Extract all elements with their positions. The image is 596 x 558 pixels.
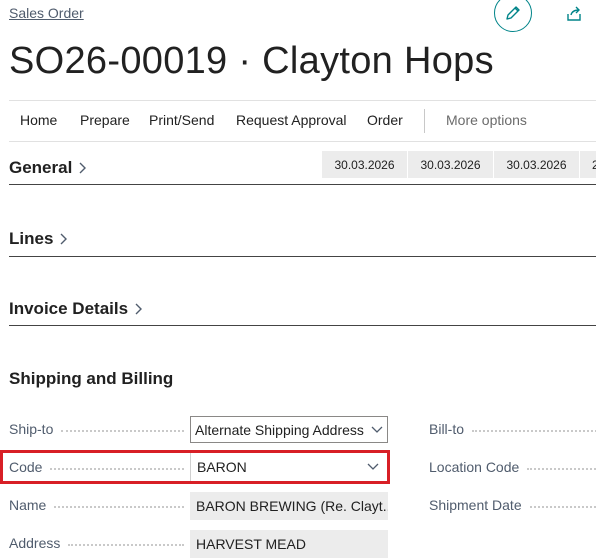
action-request-approval[interactable]: Request Approval <box>236 112 347 128</box>
action-more-options[interactable]: More options <box>446 112 527 128</box>
section-lines-title: Lines <box>9 229 54 248</box>
chevron-right-icon <box>60 233 68 245</box>
general-date-2: 30.03.2026 <box>408 151 494 178</box>
ship-to-label: Ship-to <box>9 421 184 437</box>
location-code-label: Location Code <box>429 459 596 475</box>
page-title: SO26-00019 · Clayton Hops <box>9 40 494 82</box>
general-date-3: 30.03.2026 <box>494 151 580 178</box>
general-date-1: 30.03.2026 <box>322 151 408 178</box>
chevron-down-icon <box>367 463 379 470</box>
section-divider <box>9 325 596 326</box>
section-shipping-billing-header[interactable]: Shipping and Billing <box>9 369 173 389</box>
chevron-down-icon <box>371 426 383 433</box>
action-prepare[interactable]: Prepare <box>80 112 130 128</box>
name-value: BARON BREWING (Re. Clayt... <box>190 492 388 520</box>
section-lines-header[interactable]: Lines <box>9 229 71 249</box>
action-print-send[interactable]: Print/Send <box>149 112 214 128</box>
address-label: Address <box>9 535 184 551</box>
section-invoice-details-header[interactable]: Invoice Details <box>9 299 146 319</box>
action-bar: Home Prepare Print/Send Request Approval… <box>9 100 596 142</box>
action-home[interactable]: Home <box>20 112 57 128</box>
pencil-icon <box>506 6 520 20</box>
chevron-right-icon <box>135 303 143 315</box>
section-divider <box>9 184 596 185</box>
ship-to-select[interactable]: Alternate Shipping Address <box>190 416 388 443</box>
bill-to-label: Bill-to <box>429 421 596 437</box>
section-shipping-billing-title: Shipping and Billing <box>9 369 174 388</box>
share-icon <box>567 6 581 21</box>
address-value: HARVEST MEAD <box>190 530 388 558</box>
edit-button[interactable] <box>494 0 532 32</box>
chevron-right-icon <box>79 162 87 174</box>
section-invoice-details-title: Invoice Details <box>9 299 129 318</box>
share-button[interactable] <box>563 3 585 25</box>
general-date-4: 2 <box>580 151 596 178</box>
section-general-title: General <box>9 158 73 177</box>
name-label: Name <box>9 497 184 513</box>
shipment-date-label: Shipment Date <box>429 497 596 513</box>
code-label: Code <box>9 459 184 475</box>
breadcrumb-sales-order[interactable]: Sales Order <box>9 5 84 21</box>
code-select[interactable]: BARON <box>190 453 386 481</box>
action-separator <box>424 109 425 133</box>
action-order[interactable]: Order <box>367 112 403 128</box>
section-divider <box>9 256 596 257</box>
section-general-header[interactable]: General <box>9 158 90 178</box>
